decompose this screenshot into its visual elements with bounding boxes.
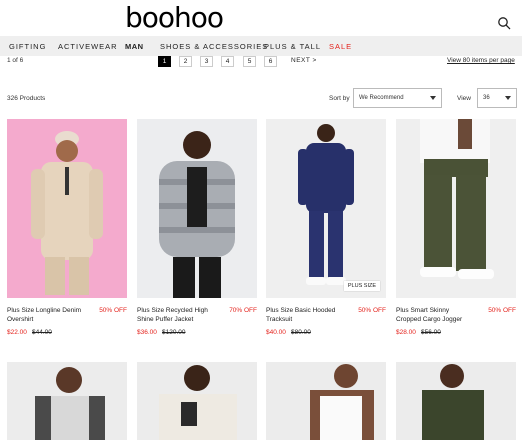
product-image[interactable] <box>396 362 516 440</box>
next-page-link[interactable]: NEXT > <box>291 57 317 64</box>
page-link-3[interactable]: 3 <box>200 56 213 67</box>
sort-select[interactable]: We Recommend <box>353 88 442 108</box>
page-link-4[interactable]: 4 <box>221 56 234 67</box>
sale-price: $28.00 <box>396 329 416 336</box>
page-link-2[interactable]: 2 <box>179 56 192 67</box>
original-price: $120.00 <box>162 329 186 336</box>
sale-price: $36.00 <box>137 329 157 336</box>
original-price: $56.00 <box>421 329 441 336</box>
sale-price: $22.00 <box>7 329 27 336</box>
page-summary: 1 of 6 <box>7 57 24 64</box>
product-name[interactable]: Plus Smart Skinny Cropped Cargo Jogger <box>396 306 474 324</box>
brand-logo[interactable]: boohoo <box>125 1 224 34</box>
search-icon[interactable] <box>497 16 511 30</box>
sort-label: Sort by <box>329 95 350 102</box>
listing-toolbar: 326 Products Sort by We Recommend View 3… <box>0 88 522 110</box>
page-link-5[interactable]: 5 <box>243 56 256 67</box>
product-image[interactable] <box>137 119 257 298</box>
nav-item-man[interactable]: MAN <box>125 42 144 51</box>
nav-item-gifting[interactable]: GIFTING <box>9 42 46 51</box>
discount-label: 50% OFF <box>358 307 386 314</box>
pagination-bar: 1 of 6 1 2 3 4 5 6 NEXT > View 80 items … <box>0 56 522 68</box>
product-name[interactable]: Plus Size Recycled High Shine Puffer Jac… <box>137 306 215 324</box>
site-header: boohoo <box>0 0 522 36</box>
original-price: $44.00 <box>32 329 52 336</box>
product-image[interactable] <box>137 362 257 440</box>
plus-size-badge: PLUS SIZE <box>343 281 380 291</box>
view-count-select[interactable]: 36 <box>477 88 517 108</box>
main-nav: GIFTING ACTIVEWEAR MAN SHOES & ACCESSORI… <box>0 36 522 56</box>
discount-label: 50% OFF <box>99 307 127 314</box>
view-label: View <box>457 95 471 102</box>
chevron-down-icon <box>505 96 511 100</box>
product-image[interactable]: PLUS SIZE <box>266 119 386 298</box>
product-image[interactable] <box>266 362 386 440</box>
discount-label: 50% OFF <box>488 307 516 314</box>
product-image[interactable] <box>396 119 516 298</box>
product-image[interactable] <box>7 362 127 440</box>
product-name[interactable]: Plus Size Longline Denim Overshirt <box>7 306 85 324</box>
sort-select-value: We Recommend <box>359 95 404 101</box>
nav-item-sale[interactable]: SALE <box>329 42 352 51</box>
nav-item-plus-tall[interactable]: PLUS & TALL <box>264 42 321 51</box>
original-price: $80.00 <box>291 329 311 336</box>
nav-item-shoes-accessories[interactable]: SHOES & ACCESSORIES <box>160 42 268 51</box>
product-count: 326 Products <box>7 95 46 102</box>
page-link-6[interactable]: 6 <box>264 56 277 67</box>
sale-price: $40.00 <box>266 329 286 336</box>
product-name[interactable]: Plus Size Basic Hooded Tracksuit <box>266 306 344 324</box>
chevron-down-icon <box>430 96 436 100</box>
view-count-value: 36 <box>483 95 490 101</box>
view-80-link[interactable]: View 80 items per page <box>447 57 515 64</box>
nav-item-activewear[interactable]: ACTIVEWEAR <box>58 42 118 51</box>
page-link-1[interactable]: 1 <box>158 56 171 67</box>
product-image[interactable] <box>7 119 127 298</box>
discount-label: 70% OFF <box>229 307 257 314</box>
